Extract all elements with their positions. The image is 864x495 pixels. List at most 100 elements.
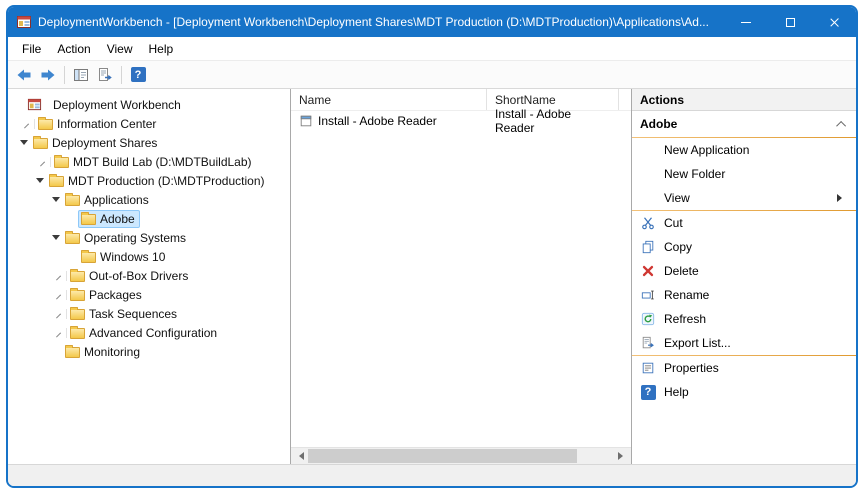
export-list-button[interactable] [93,63,117,87]
action-rename[interactable]: Rename [632,283,856,307]
folder-icon [81,214,96,225]
action-delete[interactable]: Delete [632,259,856,283]
chevron-expanded-icon[interactable] [34,176,46,185]
folder-icon [38,119,53,130]
tree-label: Advanced Configuration [89,326,217,340]
scrollbar-track[interactable] [308,448,614,464]
cut-icon [640,215,656,231]
list-row[interactable]: Install - Adobe Reader Install - Adobe R… [291,111,631,131]
export-list-icon [640,335,656,351]
actions-section-adobe[interactable]: Adobe [632,111,856,137]
action-label: Properties [664,361,719,375]
action-cut[interactable]: Cut [632,211,856,235]
tree-item-advanced-configuration[interactable]: Advanced Configuration [50,323,290,342]
folder-icon [65,195,80,206]
main-area: Deployment Workbench Information Center … [8,89,856,464]
tree-label: Deployment Shares [52,136,157,150]
forward-button[interactable] [36,63,60,87]
tree-label: Operating Systems [84,231,186,245]
tree-label: Adobe [100,212,135,226]
menu-help[interactable]: Help [141,39,182,59]
toolbar-separator [64,66,65,84]
tree-item-applications[interactable]: Applications [50,190,290,209]
chevron-expanded-icon[interactable] [50,195,62,204]
scroll-right-button[interactable] [614,448,631,464]
tree-label: Packages [89,288,142,302]
action-refresh[interactable]: Refresh [632,307,856,331]
app-window: DeploymentWorkbench - [Deployment Workbe… [6,5,858,488]
close-button[interactable] [812,7,856,37]
collapse-section-icon[interactable] [836,120,846,130]
maximize-button[interactable] [768,7,812,37]
tree-item-packages[interactable]: Packages [50,285,290,304]
tree-item-deployment-shares[interactable]: Deployment Shares [18,133,290,152]
tree-label: MDT Build Lab (D:\MDTBuildLab) [73,155,252,169]
list-body: Install - Adobe Reader Install - Adobe R… [291,111,631,447]
action-label: Copy [664,240,692,254]
column-header-name[interactable]: Name [291,89,487,110]
action-new-application[interactable]: New Application [632,138,856,162]
chevron-collapsed-icon[interactable] [50,271,67,281]
properties-icon [640,360,656,376]
chevron-expanded-icon[interactable] [50,233,62,242]
tree-item-deployment-workbench[interactable]: Deployment Workbench [12,95,290,114]
folder-icon [70,309,85,320]
window-title: DeploymentWorkbench - [Deployment Workbe… [38,15,716,29]
menu-file[interactable]: File [14,39,49,59]
chevron-collapsed-icon[interactable] [18,119,35,129]
tree-item-adobe[interactable]: Adobe [66,209,290,228]
submenu-arrow-icon [837,194,846,202]
chevron-collapsed-icon[interactable] [50,290,67,300]
action-label: View [664,191,690,205]
scrollbar-thumb[interactable] [308,449,577,463]
chevron-collapsed-icon[interactable] [50,309,67,319]
console-icon [27,97,43,113]
tree-item-mdt-production[interactable]: MDT Production (D:\MDTProduction) [34,171,290,190]
tree-item-out-of-box-drivers[interactable]: Out-of-Box Drivers [50,266,290,285]
horizontal-scrollbar[interactable] [291,447,631,464]
tree-item-windows-10[interactable]: Windows 10 [66,247,290,266]
action-icon-spacer [640,166,656,182]
action-new-folder[interactable]: New Folder [632,162,856,186]
action-export-list[interactable]: Export List... [632,331,856,355]
action-icon-spacer [640,142,656,158]
export-list-icon [97,67,113,83]
show-hide-tree-button[interactable] [69,63,93,87]
folder-icon [65,233,80,244]
folder-icon [54,157,69,168]
tree-item-mdt-build-lab[interactable]: MDT Build Lab (D:\MDTBuildLab) [34,152,290,171]
tree-item-monitoring[interactable]: Monitoring [50,342,290,361]
title-bar[interactable]: DeploymentWorkbench - [Deployment Workbe… [8,7,856,37]
action-properties[interactable]: Properties [632,356,856,380]
help-icon: ? [131,67,146,82]
tree-item-operating-systems[interactable]: Operating Systems [50,228,290,247]
menu-action[interactable]: Action [49,39,98,59]
action-copy[interactable]: Copy [632,235,856,259]
chevron-collapsed-icon[interactable] [34,157,51,167]
chevron-collapsed-icon[interactable] [50,328,67,338]
help-button[interactable]: ? [126,63,150,87]
action-label: Delete [664,264,699,278]
minimize-button[interactable] [724,7,768,37]
tree-label: Windows 10 [100,250,165,264]
window-controls [724,7,856,37]
folder-icon [70,271,85,282]
action-label: Rename [664,288,709,302]
back-arrow-icon [16,67,32,83]
actions-pane: Actions Adobe New Application New Folder… [632,89,856,464]
app-icon [16,14,32,30]
folder-icon [70,328,85,339]
tree-item-information-center[interactable]: Information Center [18,114,290,133]
application-icon [299,114,313,128]
action-help[interactable]: ? Help [632,380,856,404]
tree-item-task-sequences[interactable]: Task Sequences [50,304,290,323]
action-label: Refresh [664,312,706,326]
refresh-icon [640,311,656,327]
scroll-left-button[interactable] [291,448,308,464]
chevron-expanded-icon[interactable] [18,138,30,147]
console-tree-icon [73,67,89,83]
action-label: New Application [664,143,749,157]
back-button[interactable] [12,63,36,87]
menu-view[interactable]: View [99,39,141,59]
action-view[interactable]: View [632,186,856,210]
